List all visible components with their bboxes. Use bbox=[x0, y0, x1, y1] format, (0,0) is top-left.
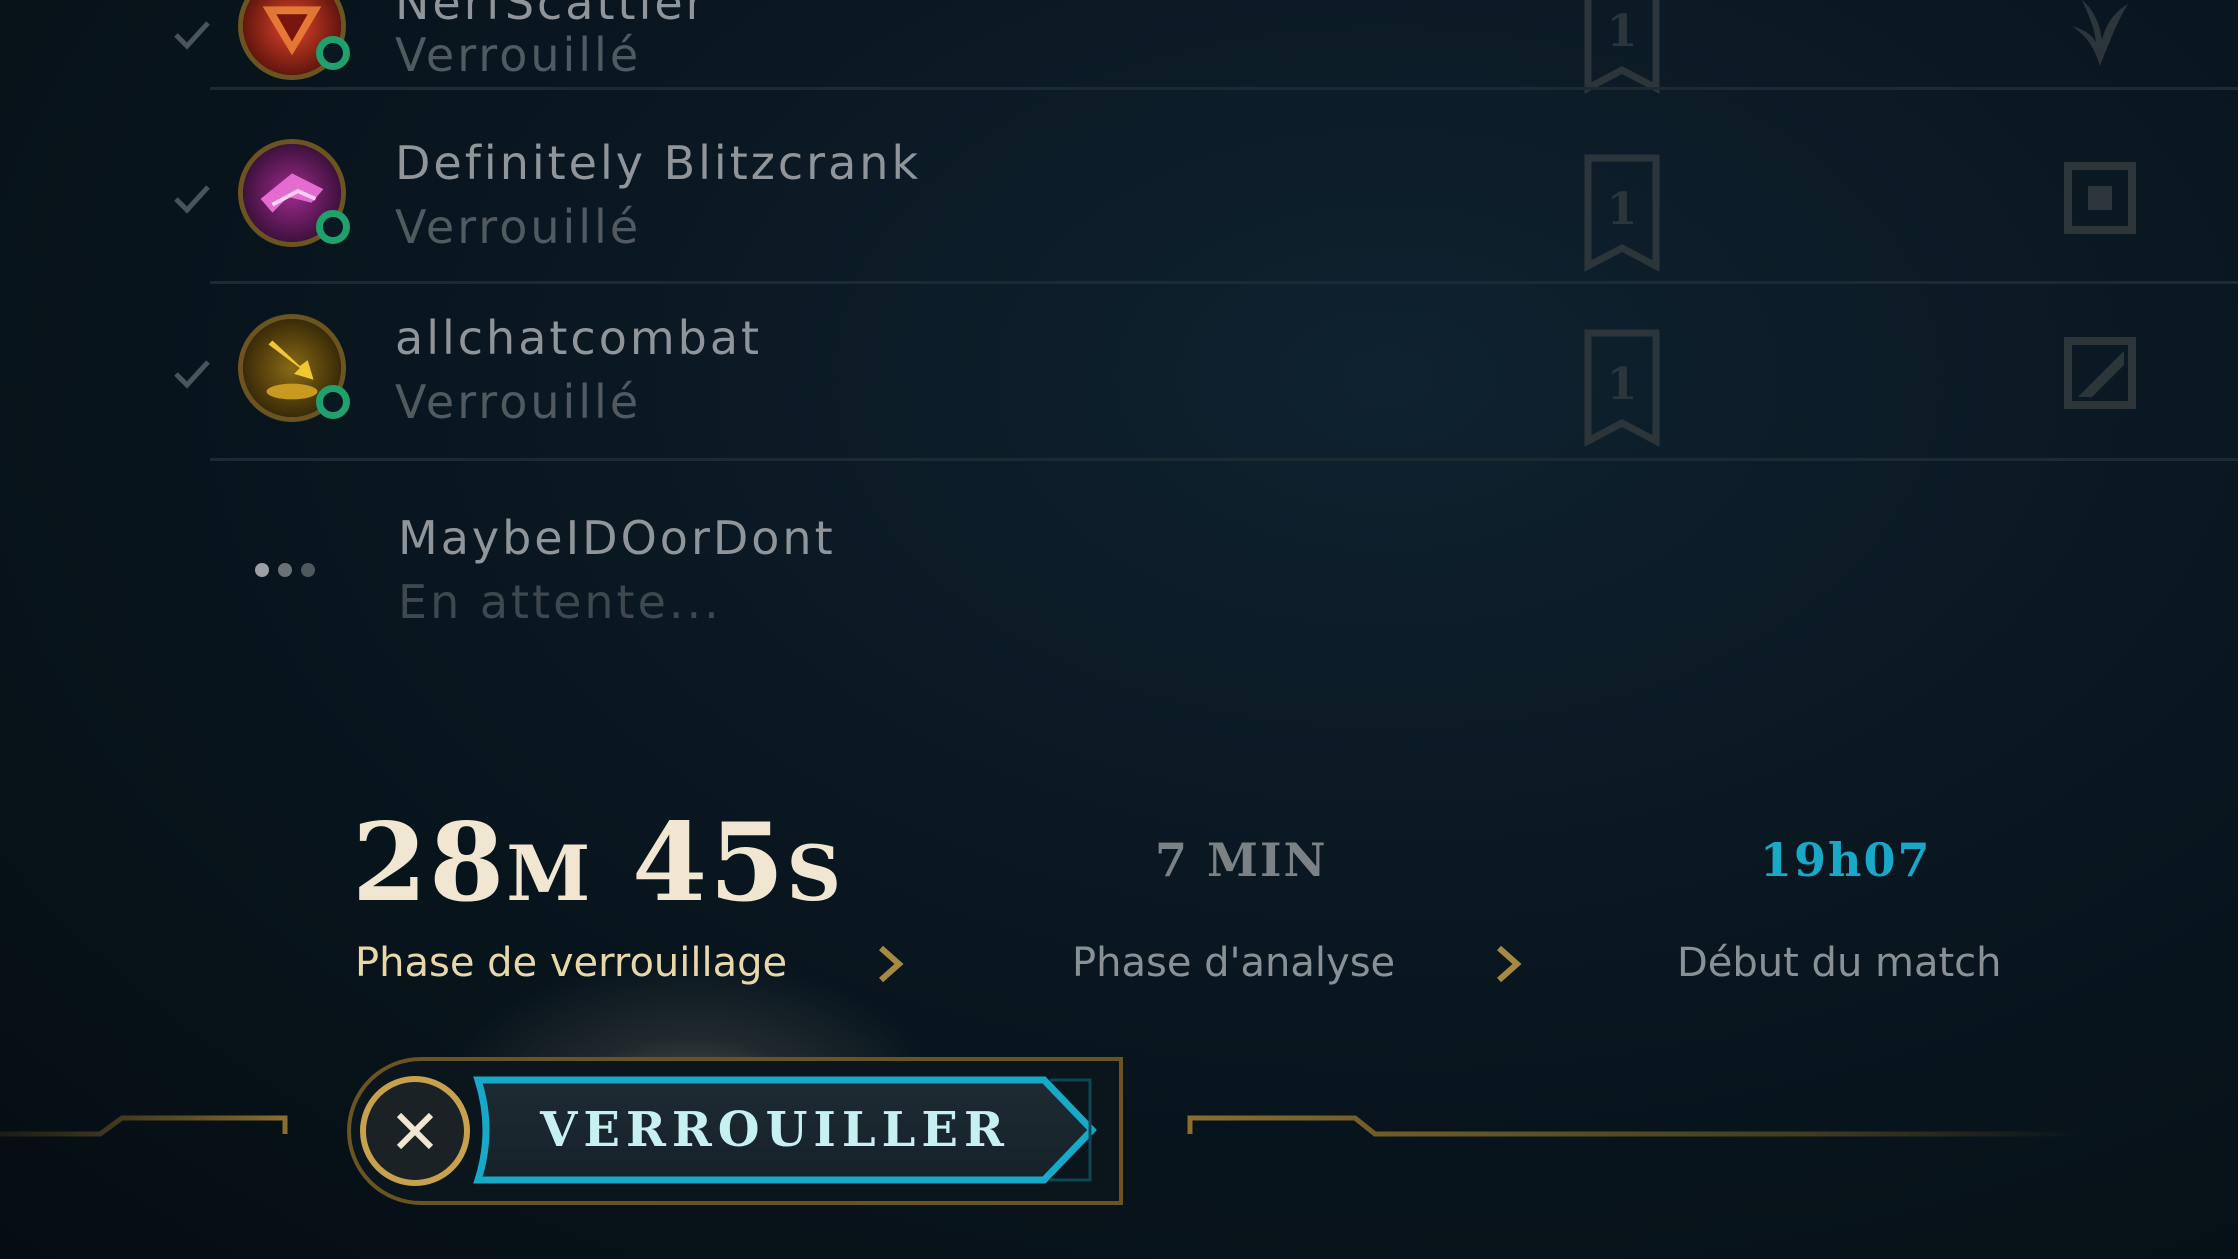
chevron-right-icon bbox=[1497, 945, 1522, 983]
player-row-1: NerfScattler Verrouillé 1 bbox=[0, 0, 2238, 112]
timer-seconds-unit: S bbox=[786, 829, 844, 918]
player-status: En attente... bbox=[398, 575, 722, 629]
check-icon bbox=[174, 185, 210, 214]
check-icon bbox=[174, 21, 210, 50]
player-name: NerfScattler bbox=[395, 0, 708, 30]
ticket-icon: 1 bbox=[1584, 0, 1660, 94]
jungle-role-icon bbox=[2072, 0, 2128, 66]
timer-minutes: 28 bbox=[352, 800, 507, 926]
row-divider bbox=[210, 458, 2238, 461]
online-indicator bbox=[316, 36, 350, 70]
player-status: Verrouillé bbox=[395, 200, 642, 254]
player-status: Verrouillé bbox=[395, 375, 642, 429]
left-frame-decoration bbox=[0, 1115, 288, 1137]
lock-in-button[interactable] bbox=[470, 1072, 1100, 1188]
row-divider bbox=[210, 87, 2238, 90]
close-icon bbox=[396, 1112, 434, 1150]
ticket-number: 1 bbox=[1607, 184, 1638, 235]
ticket-number: 1 bbox=[1607, 6, 1638, 57]
online-indicator bbox=[316, 210, 350, 244]
match-start-label: Début du match bbox=[1677, 940, 2002, 986]
timer-seconds: 45 bbox=[632, 800, 787, 926]
top-role-icon bbox=[2064, 337, 2136, 409]
player-row-2: Definitely Blitzcrank Verrouillé 1 bbox=[0, 112, 2238, 284]
check-icon bbox=[174, 360, 210, 389]
player-name: Definitely Blitzcrank bbox=[395, 136, 922, 190]
right-frame-decoration bbox=[1187, 1115, 2085, 1137]
cancel-button[interactable] bbox=[360, 1076, 470, 1186]
mid-role-icon bbox=[2064, 162, 2136, 234]
timer-minutes-unit: M bbox=[506, 829, 593, 918]
ticket-icon: 1 bbox=[1584, 154, 1660, 272]
lock-phase-timer: 28M 45S bbox=[352, 800, 843, 926]
chevron-right-icon bbox=[879, 945, 904, 983]
ticket-icon: 1 bbox=[1584, 329, 1660, 447]
analysis-phase-label: Phase d'analyse bbox=[1072, 940, 1396, 986]
analysis-duration: 7 MIN bbox=[1155, 833, 1328, 887]
loading-dots-icon bbox=[255, 563, 315, 577]
player-status: Verrouillé bbox=[395, 28, 642, 82]
player-row-3: allchatcombat Verrouillé 1 bbox=[0, 287, 2238, 461]
ticket-number: 1 bbox=[1607, 359, 1638, 410]
player-name: allchatcombat bbox=[395, 311, 763, 365]
online-indicator bbox=[316, 385, 350, 419]
match-start-time: 19h07 bbox=[1760, 833, 1932, 887]
player-name: MaybeIDOorDont bbox=[398, 511, 836, 565]
row-divider bbox=[210, 281, 2238, 284]
lock-phase-label: Phase de verrouillage bbox=[355, 940, 788, 986]
